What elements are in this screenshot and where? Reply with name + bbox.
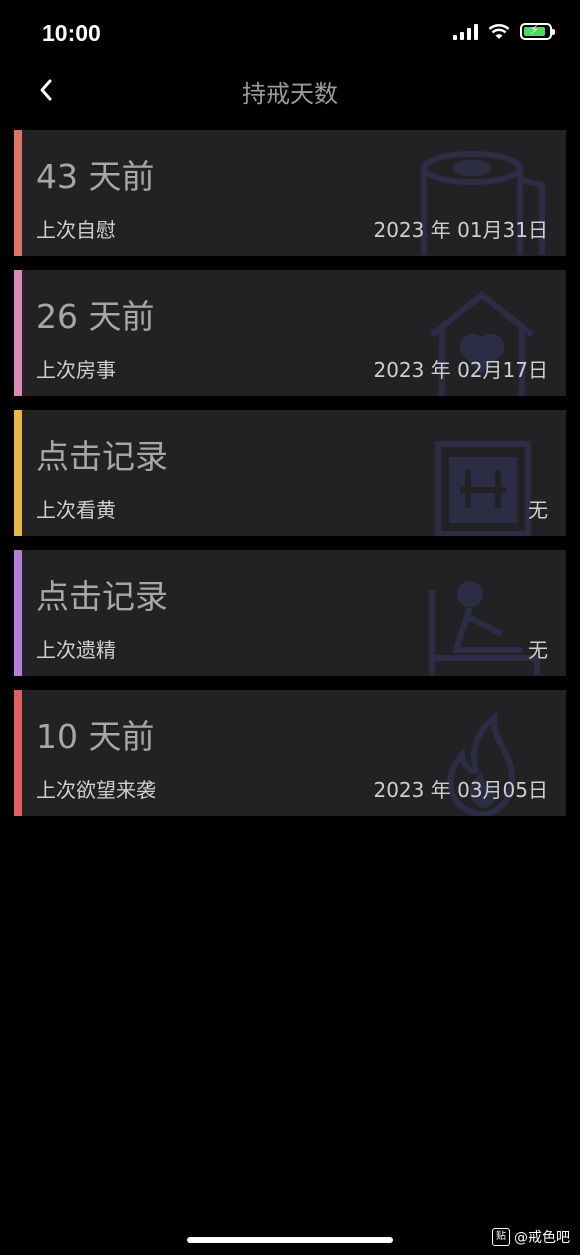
status-icons: ⚡ [453,23,555,40]
card-headline: 10 天前 [36,717,155,756]
page-title: 持戒天数 [242,80,338,108]
card-label: 上次欲望来袭 [36,778,156,802]
record-card-porn[interactable]: 点击记录 上次看黄 无 [14,410,566,536]
card-label: 上次看黄 [36,498,116,522]
status-bar: 10:00 ⚡ [0,0,580,64]
record-card-emission[interactable]: 点击记录 上次遗精 无 [14,550,566,676]
card-headline: 43 天前 [36,157,155,196]
battery-icon: ⚡ [520,23,555,40]
card-accent-bar [14,130,22,256]
card-accent-bar [14,690,22,816]
card-headline: 26 天前 [36,297,155,336]
tieba-logo-icon: 贴 [492,1228,510,1246]
record-card-masturbation[interactable]: 43 天前 上次自慰 2023 年 01月31日 [14,130,566,256]
record-card-urge[interactable]: 10 天前 上次欲望来袭 2023 年 03月05日 [14,690,566,816]
card-label: 上次房事 [36,358,116,382]
nav-bar: 持戒天数 [0,64,580,116]
app-screen: 10:00 ⚡ 持戒天数 43 天前 上次自慰 2023 年 01月31日 26… [0,0,580,1255]
cellular-signal-icon [453,23,478,40]
watermark-text: @戒色吧 [514,1230,570,1246]
watermark: 贴 @戒色吧 [492,1227,570,1247]
card-accent-bar [14,410,22,536]
wifi-icon [488,24,510,39]
card-label: 上次遗精 [36,638,116,662]
card-value: 2023 年 01月31日 [373,218,548,242]
record-card-intercourse[interactable]: 26 天前 上次房事 2023 年 02月17日 [14,270,566,396]
home-indicator[interactable] [187,1237,393,1243]
card-value: 无 [528,498,548,522]
card-label: 上次自慰 [36,218,116,242]
card-headline: 点击记录 [36,577,168,616]
card-headline: 点击记录 [36,437,168,476]
record-card-list: 43 天前 上次自慰 2023 年 01月31日 26 天前 上次房事 2023… [14,130,566,830]
card-value: 2023 年 03月05日 [373,778,548,802]
card-accent-bar [14,550,22,676]
card-value: 无 [528,638,548,662]
card-value: 2023 年 02月17日 [373,358,548,382]
card-accent-bar [14,270,22,396]
status-time: 10:00 [42,20,101,46]
